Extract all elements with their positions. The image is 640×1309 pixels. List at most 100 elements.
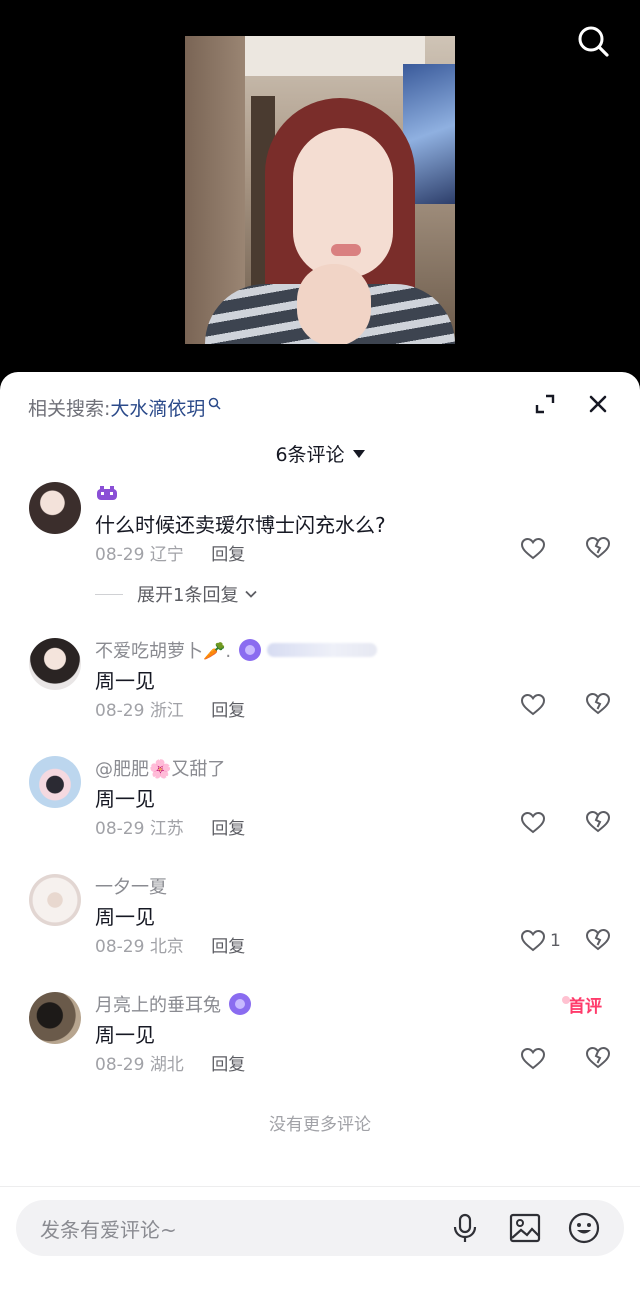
comment-text: 周一见 [95,669,155,693]
comment-meta: 08-29 浙江 回复 [95,696,245,721]
caret-down-icon [352,450,365,458]
comment-author-name: 月亮上的垂耳兔 [95,995,221,1016]
like-button[interactable] [520,692,546,718]
comment-text: 什么时候还卖瑷尔博士闪充水么? [95,513,386,537]
comment-count-label: 6条评论 [275,444,345,466]
reply-button[interactable]: 回复 [211,1055,245,1075]
avatar[interactable] [29,482,81,534]
blurred-badge [267,643,378,657]
search-icon [578,26,609,57]
comment-text: 周一见 [95,1023,155,1047]
comment-text: 周一见 [95,905,155,929]
comment-region: 湖北 [149,1055,184,1075]
comment-region: 辽宁 [149,545,184,565]
emoji-icon [568,1212,600,1244]
image-icon [509,1213,541,1243]
avatar[interactable] [29,638,81,690]
broken-heart-icon [585,536,611,559]
image-button[interactable] [508,1211,542,1245]
comment-input[interactable]: 发条有爱评论~ [16,1200,624,1256]
like-button[interactable] [520,810,546,836]
video-thumbnail[interactable] [185,36,455,344]
divider [95,593,123,595]
related-search-label: 相关搜索: [28,397,111,420]
comment-author[interactable]: 月亮上的垂耳兔 [95,992,251,1016]
comment-author[interactable]: 不爱吃胡萝卜🥕. [95,638,378,662]
broken-heart-icon [585,1046,611,1069]
reply-button[interactable]: 回复 [211,937,245,957]
comment-date: 08-29 [95,1055,145,1075]
comment-item: 一夕一夏 周一见 08-29 北京 回复 1 [0,874,640,984]
level-badge-icon [239,639,262,661]
voice-button[interactable] [448,1211,482,1245]
heart-icon [520,811,546,834]
search-icon [209,397,221,410]
like-button[interactable] [520,536,546,562]
comment-author-name: 一夕一夏 [95,877,167,898]
comment-meta: 08-29 湖北 回复 [95,1050,245,1075]
close-icon [589,395,607,413]
comment-author-name: @肥肥🌸又甜了 [95,759,226,780]
reply-button[interactable]: 回复 [211,819,245,839]
close-button[interactable] [586,392,610,416]
avatar[interactable] [29,992,81,1044]
dislike-button[interactable] [585,692,611,718]
comment-region: 北京 [149,937,184,957]
comment-count[interactable]: 6条评论 [0,440,640,467]
comment-region: 江苏 [149,819,184,839]
heart-icon [520,1047,546,1070]
comment-item: 月亮上的垂耳兔 首评 周一见 08-29 湖北 回复 [0,992,640,1102]
heart-icon [520,537,546,560]
comment-sheet: 相关搜索: 大水滴依玥 6条评论 什么时候还卖瑷尔博士闪充水么? 08-29 辽… [0,372,640,1309]
chevron-down-icon [245,590,258,598]
related-search[interactable]: 相关搜索: 大水滴依玥 [28,392,221,422]
dislike-button[interactable] [585,928,611,954]
comment-meta: 08-29 辽宁 回复 [95,540,245,565]
emoji-button[interactable] [567,1211,601,1245]
comment-item: @肥肥🌸又甜了 周一见 08-29 江苏 回复 [0,756,640,866]
comment-meta: 08-29 江苏 回复 [95,814,245,839]
expand-icon [535,394,555,414]
comment-author[interactable]: 一夕一夏 [95,874,167,898]
avatar[interactable] [29,756,81,808]
comment-text: 周一见 [95,787,155,811]
dislike-button[interactable] [585,810,611,836]
heart-icon [520,693,546,716]
like-count: 1 [550,931,561,951]
comment-date: 08-29 [95,937,145,957]
comment-date: 08-29 [95,545,145,565]
mic-icon [453,1213,477,1242]
broken-heart-icon [585,692,611,715]
dislike-button[interactable] [585,536,611,562]
broken-heart-icon [585,810,611,833]
comment-date: 08-29 [95,819,145,839]
expand-button[interactable] [533,392,557,416]
expand-replies-button[interactable]: 展开1条回复 [95,580,258,608]
comment-item: 不爱吃胡萝卜🥕. 周一见 08-29 浙江 回复 [0,638,640,748]
expand-replies-label: 展开1条回复 [137,585,239,606]
related-search-term[interactable]: 大水滴依玥 [110,394,205,421]
search-button[interactable] [576,24,610,58]
comment-meta: 08-29 北京 回复 [95,932,245,957]
heart-icon [520,929,546,952]
comment-author-name: 不爱吃胡萝卜🥕. [95,641,232,662]
comment-author[interactable]: @肥肥🌸又甜了 [95,756,225,780]
comment-date: 08-29 [95,701,145,721]
level-badge-icon [229,993,251,1015]
comment-input-placeholder[interactable]: 发条有爱评论~ [40,1214,177,1243]
dislike-button[interactable] [585,1046,611,1072]
like-button[interactable] [520,1046,546,1072]
comment-item: 什么时候还卖瑷尔博士闪充水么? 08-29 辽宁 回复 [0,482,640,592]
reply-button[interactable]: 回复 [211,545,245,565]
divider [0,1186,640,1187]
like-button[interactable]: 1 [520,928,561,954]
comment-region: 浙江 [149,701,184,721]
comment-author[interactable] [95,482,119,506]
video-area[interactable] [0,0,640,372]
broken-heart-icon [585,928,611,951]
reply-button[interactable]: 回复 [211,701,245,721]
avatar[interactable] [29,874,81,926]
game-controller-icon [97,486,117,500]
first-comment-badge: 首评 [562,992,602,1017]
no-more-comments: 没有更多评论 [269,1115,371,1135]
